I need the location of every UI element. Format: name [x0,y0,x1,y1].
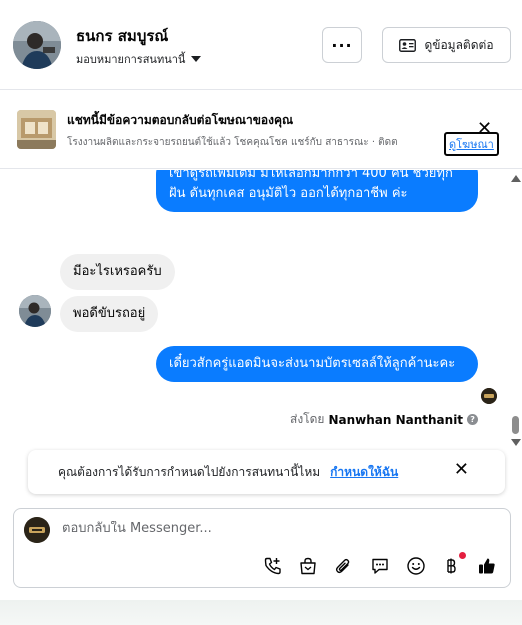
sent-by-prefix: ส่งโดย [290,412,325,426]
emoji-icon[interactable] [405,555,427,577]
conversation-header: ธนกร สมบูรณ์ มอบหมายการสนทนานี้ ··· ดูข้… [0,0,522,90]
page-avatar [24,517,50,543]
scroll-up-arrow-icon[interactable] [511,175,521,182]
outgoing-message: เดี๋ยวสักครู่แอดมินจะส่งนามบัตรเซลล์ให้ล… [156,346,478,382]
paperclip-icon[interactable] [332,555,354,577]
scroll-down-arrow-icon[interactable] [511,439,521,446]
assign-prompt-text: คุณต้องการได้รับการกำหนดไปยังการสนทนานี้… [58,464,321,479]
shopping-bag-icon[interactable] [297,555,319,577]
assign-conversation-dropdown[interactable]: มอบหมายการสนทนานี้ [76,50,202,68]
ad-reply-banner: แชทนี้มีข้อความตอบกลับต่อโฆษณาของคุณ โรง… [0,91,522,169]
incoming-message: พอดีขับรถอยู่ [60,296,159,332]
more-options-label: ··· [331,35,353,55]
incoming-message: มีอะไรเหรอครับ [60,254,175,290]
thumbs-up-icon[interactable] [476,555,498,577]
notification-dot [459,552,466,559]
close-icon[interactable]: ✕ [454,461,469,479]
ad-thumbnail [17,110,56,149]
view-contact-info-button[interactable]: ดูข้อมูลติดต่อ [382,27,511,63]
contact-name: ธนกร สมบูรณ์ [76,27,169,45]
baht-icon[interactable] [440,555,462,577]
caret-down-icon [191,56,202,62]
view-contact-info-label: ดูข้อมูลติดต่อ [424,37,494,52]
more-options-button[interactable]: ··· [322,27,362,63]
assign-conversation-label: มอบหมายการสนทนานี้ [76,53,186,66]
thread-scrollbar[interactable] [508,170,522,450]
info-icon[interactable]: ? [467,414,479,425]
assign-to-me-link[interactable]: กำหนดให้ฉัน [330,463,398,482]
message-thread[interactable]: เข้าดูรถเพิ่มเติม มีให้เลือกมากกว่า 400 … [0,170,508,432]
page-footer-strip [0,600,522,625]
scroll-thumb[interactable] [512,416,519,434]
ad-banner-subtitle: โรงงานผลิตและกระจายรถยนต์ใช้แล้ว โชคคุณโ… [67,137,398,148]
contact-message-avatar [19,295,51,327]
seen-by-avatar [481,388,497,404]
reply-input[interactable] [62,521,482,536]
close-banner-icon[interactable]: ✕ [477,120,492,138]
contact-avatar[interactable] [13,21,61,69]
outgoing-message: เข้าดูรถเพิ่มเติม มีให้เลือกมากกว่า 400 … [156,170,478,212]
assign-to-me-prompt: คุณต้องการได้รับการกำหนดไปยังการสนทนานี้… [28,450,505,494]
contact-card-icon [399,38,417,52]
saved-reply-icon[interactable] [369,555,391,577]
sent-by-line: ส่งโดย Nanwhan Nanthanit ? [290,410,479,429]
phone-plus-icon[interactable] [262,555,284,577]
sent-by-name: Nanwhan Nanthanit [328,412,464,427]
ad-banner-title: แชทนี้มีข้อความตอบกลับต่อโฆษณาของคุณ [67,113,294,127]
reply-composer [13,508,511,588]
